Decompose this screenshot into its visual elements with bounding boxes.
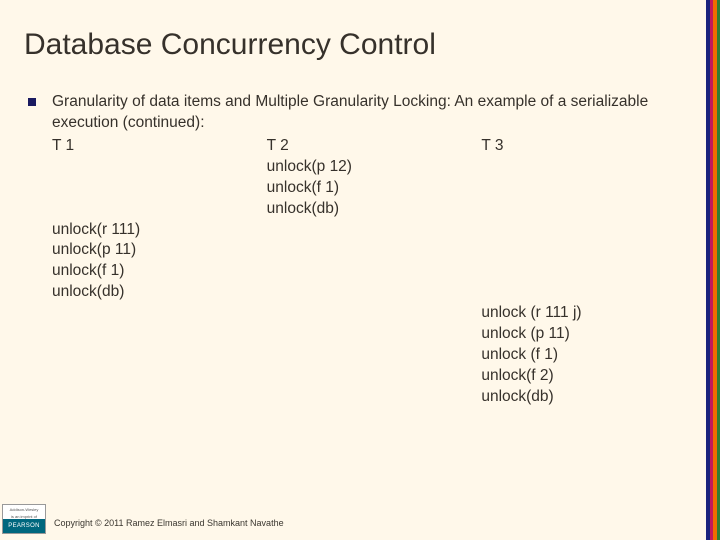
logo-top: Addison-Wesley is an imprint of	[3, 505, 45, 519]
footer: Addison-Wesley is an imprint of PEARSON …	[0, 504, 720, 534]
side-stripe	[706, 0, 720, 540]
t3-empty2	[481, 220, 696, 304]
t3-empty1	[481, 157, 696, 220]
t2-op2: unlock(f 1)	[267, 178, 482, 199]
t2-ops: unlock(p 12) unlock(f 1) unlock(db)	[267, 157, 482, 220]
t2-empty2	[267, 220, 482, 304]
bullet-icon	[28, 98, 36, 106]
t3-op2: unlock (p 11)	[481, 324, 696, 345]
t1-op2: unlock(p 11)	[52, 240, 267, 261]
t1-op4: unlock(db)	[52, 282, 267, 303]
t2-empty3	[267, 303, 482, 408]
t3-op3: unlock (f 1)	[481, 345, 696, 366]
t3-op5: unlock(db)	[481, 387, 696, 408]
t2-op1: unlock(p 12)	[267, 157, 482, 178]
body-text: Granularity of data items and Multiple G…	[52, 92, 696, 408]
stripe-green	[717, 0, 720, 540]
pearson-logo: Addison-Wesley is an imprint of PEARSON	[2, 504, 46, 534]
t3-ops: unlock (r 111 j) unlock (p 11) unlock (f…	[481, 303, 696, 408]
content: Granularity of data items and Multiple G…	[0, 62, 720, 408]
t2-row: unlock(p 12) unlock(f 1) unlock(db)	[52, 157, 696, 220]
column-headers: T 1 T 2 T 3	[52, 136, 696, 157]
header-t2: T 2	[267, 136, 482, 157]
t3-op1: unlock (r 111 j)	[481, 303, 696, 324]
t3-row: unlock (r 111 j) unlock (p 11) unlock (f…	[52, 303, 696, 408]
t1-ops: unlock(r 111) unlock(p 11) unlock(f 1) u…	[52, 220, 267, 304]
copyright: Copyright © 2011 Ramez Elmasri and Shamk…	[54, 518, 284, 534]
logo-line1: Addison-Wesley	[3, 506, 45, 513]
col-t1: T 1	[52, 136, 267, 157]
t2-op3: unlock(db)	[267, 199, 482, 220]
slide: Database Concurrency Control Granularity…	[0, 0, 720, 540]
logo-bottom: PEARSON	[3, 519, 45, 533]
t1-empty3	[52, 303, 267, 408]
page-title: Database Concurrency Control	[0, 0, 720, 62]
t1-op1: unlock(r 111)	[52, 220, 267, 241]
header-t3: T 3	[481, 136, 696, 157]
t1-empty1	[52, 157, 267, 220]
intro-text: Granularity of data items and Multiple G…	[52, 92, 696, 134]
t3-op4: unlock(f 2)	[481, 366, 696, 387]
t1-row: unlock(r 111) unlock(p 11) unlock(f 1) u…	[52, 220, 696, 304]
t1-op3: unlock(f 1)	[52, 261, 267, 282]
col-t2: T 2	[267, 136, 482, 157]
header-t1: T 1	[52, 136, 267, 157]
col-t3: T 3	[481, 136, 696, 157]
